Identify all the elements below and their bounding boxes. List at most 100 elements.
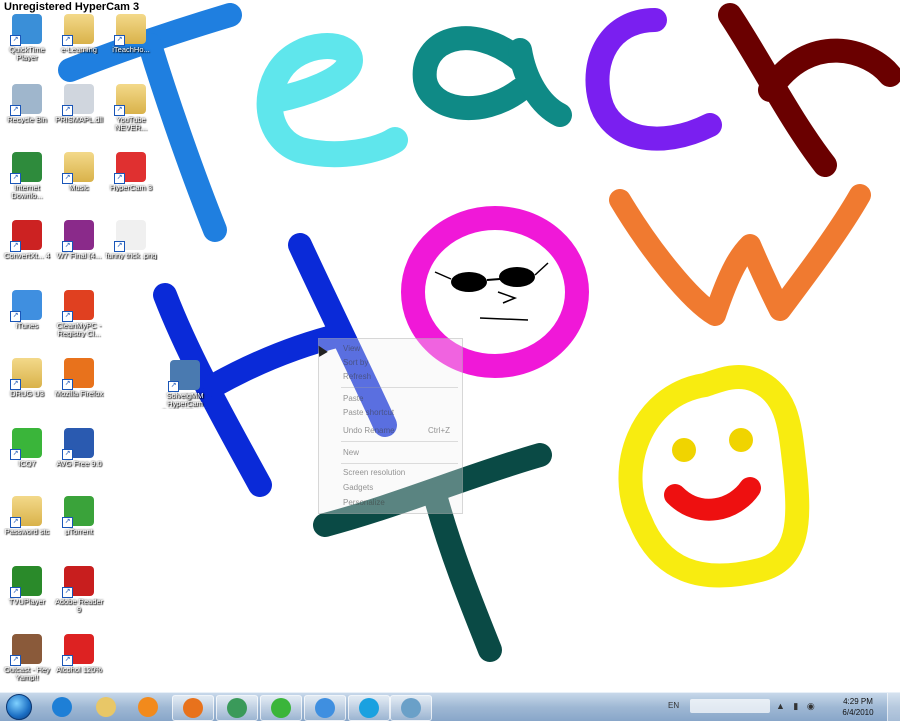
ctx-menu-item-paste-shortcut[interactable]: Paste shortcut bbox=[343, 407, 456, 419]
desktop-icon-label: Internet Downlo... bbox=[11, 184, 43, 200]
desktop-icon-firefox[interactable]: ↗ Mozilla Firefox bbox=[52, 358, 106, 398]
ctx-undo-label: Undo Rename bbox=[343, 426, 395, 435]
tray-system-icons[interactable]: ▲ ▮ ◉ bbox=[776, 701, 818, 712]
desktop-icon-icq[interactable]: ↗ ICQ7 bbox=[0, 428, 54, 468]
desktop-icon-adobe-reader[interactable]: ↗ Adobe Reader 9 bbox=[52, 566, 106, 614]
ctx-menu-item-view[interactable]: View bbox=[343, 343, 456, 355]
shortcut-arrow-icon: ↗ bbox=[62, 449, 73, 460]
desktop-icon-hypercam[interactable]: ↗ HyperCam 3 bbox=[104, 152, 158, 192]
desktop-icon-image-file[interactable]: ↗ funny trick .png bbox=[104, 220, 158, 260]
desktop-icon-tvuplayer[interactable]: ↗ TVUPlayer bbox=[0, 566, 54, 606]
desktop-icon-folder[interactable]: ↗ e-Learning bbox=[52, 14, 106, 54]
desktop-icon-label: SolveigMM HyperCam 3.0.0.108.exe bbox=[162, 392, 207, 409]
desktop-icon-label: TVUPlayer bbox=[8, 598, 46, 606]
show-desktop-button[interactable] bbox=[887, 693, 900, 721]
taskbar: EN ▲ ▮ ◉ 4:29 PM 6/4/2010 bbox=[0, 692, 900, 721]
taskbar-button-ie[interactable] bbox=[42, 695, 82, 719]
itunes-icon: ↗ bbox=[10, 290, 42, 322]
hypercam-watermark: Unregistered HyperCam 3 bbox=[2, 1, 142, 13]
desktop-context-menu: View Sort by Refresh Paste Paste shortcu… bbox=[318, 338, 463, 514]
shortcut-arrow-icon: ↗ bbox=[62, 105, 73, 116]
desktop-icon-quicktime[interactable]: ↗ QuickTime Player bbox=[0, 14, 54, 62]
itunes-icon bbox=[315, 698, 335, 718]
taskbar-button-messenger[interactable] bbox=[216, 695, 258, 721]
desktop-icon-label: QuickTime Player bbox=[9, 46, 45, 62]
ctx-menu-item-screen-resolution[interactable]: Screen resolution bbox=[343, 467, 456, 479]
desktop-icon-label: Adobe Reader 9 bbox=[54, 598, 104, 614]
desktop-icon-label: PRISMAPL.dll bbox=[55, 116, 103, 124]
avg-icon: ↗ bbox=[62, 428, 94, 460]
desktop-icon-label: AVG Free 9.0 bbox=[56, 460, 102, 468]
desktop-icon-archive[interactable]: ↗ W7 Final (4... bbox=[52, 220, 106, 260]
desktop-icon-avg[interactable]: ↗ AVG Free 9.0 bbox=[52, 428, 106, 468]
clock-time: 4:29 PM bbox=[843, 697, 873, 706]
clock-date: 6/4/2010 bbox=[842, 708, 874, 717]
desktop-icon-recycle-bin[interactable]: ↗ Recycle Bin bbox=[0, 84, 54, 124]
ctx-menu-item-undo-rename[interactable]: Undo Rename Ctrl+Z bbox=[343, 425, 456, 437]
ctx-separator bbox=[341, 387, 458, 388]
icq-icon: ↗ bbox=[10, 428, 42, 460]
desktop-icon-folder[interactable]: ↗ Password stc bbox=[0, 496, 54, 536]
letter-h-darkred bbox=[718, 3, 900, 177]
tvuplayer-icon: ↗ bbox=[10, 566, 42, 598]
desktop-icon-label: iTeachHo... bbox=[112, 46, 150, 54]
utorrent-icon: ↗ bbox=[62, 496, 94, 528]
desktop-icon-itunes[interactable]: ↗ iTunes bbox=[0, 290, 54, 330]
desktop-icon-label: Music bbox=[69, 184, 89, 192]
face-o-yellow bbox=[618, 364, 810, 588]
taskbar-button-explorer[interactable] bbox=[86, 695, 126, 719]
language-indicator[interactable]: EN bbox=[668, 701, 679, 710]
desktop-icon-folder[interactable]: ↗ Music bbox=[52, 152, 106, 192]
ctx-menu-item-new[interactable]: New bbox=[343, 447, 456, 459]
desktop-icon-label: iTunes bbox=[15, 322, 39, 330]
shortcut-arrow-icon: ↗ bbox=[62, 587, 73, 598]
skype-icon bbox=[359, 698, 379, 718]
ctx-separator bbox=[341, 463, 458, 464]
desktop-icon-download-manager[interactable]: ↗ Internet Downlo... bbox=[0, 152, 54, 200]
desktop-icon-image-file[interactable]: ↗ Outcast - Hey Yamp!! bbox=[0, 634, 54, 682]
firefox-icon bbox=[183, 698, 203, 718]
taskbar-button-skype[interactable] bbox=[348, 695, 390, 721]
desktop-icon-folder[interactable]: ↗ DRUG U3 bbox=[0, 358, 54, 398]
shortcut-arrow-icon: ↗ bbox=[10, 173, 21, 184]
desktop-icon-label: W7 Final (4... bbox=[56, 252, 102, 260]
taskbar-button-firefox[interactable] bbox=[172, 695, 214, 721]
shortcut-arrow-icon: ↗ bbox=[10, 35, 21, 46]
desktop-icon-utorrent[interactable]: ↗ µTorrent bbox=[52, 496, 106, 536]
ie-icon bbox=[52, 697, 72, 717]
start-button[interactable] bbox=[2, 693, 36, 721]
desktop-icon-label: Password stc bbox=[4, 528, 50, 536]
ctx-menu-item-sort-by[interactable]: Sort by bbox=[343, 357, 456, 369]
desktop-icon-convertx[interactable]: ↗ ConvertXt... 4 bbox=[0, 220, 54, 260]
convertx-icon: ↗ bbox=[10, 220, 42, 252]
explorer-icon bbox=[96, 697, 116, 717]
desktop-icon-label: DRUG U3 bbox=[10, 390, 44, 398]
ctx-menu-item-paste[interactable]: Paste bbox=[343, 393, 456, 405]
folder-icon: ↗ bbox=[62, 14, 94, 46]
shortcut-arrow-icon: ↗ bbox=[114, 241, 125, 252]
desktop-icon-folder[interactable]: ↗ iTeachHo... bbox=[104, 14, 158, 54]
taskbar-button-icq[interactable] bbox=[260, 695, 302, 721]
hypercam-icon: ↗ bbox=[114, 152, 146, 184]
shortcut-arrow-icon: ↗ bbox=[62, 173, 73, 184]
taskbar-button-itunes[interactable] bbox=[304, 695, 346, 721]
ctx-menu-item-refresh[interactable]: Refresh bbox=[343, 371, 456, 383]
desktop-icon-dll-file[interactable]: ↗ PRISMAPL.dll bbox=[52, 84, 106, 124]
taskbar-button-media-player[interactable] bbox=[128, 695, 168, 719]
letter-c-purple bbox=[585, 8, 722, 151]
shortcut-arrow-icon: ↗ bbox=[10, 311, 21, 322]
system-clock[interactable]: 4:29 PM 6/4/2010 bbox=[836, 696, 880, 718]
shortcut-arrow-icon: ↗ bbox=[62, 517, 73, 528]
desktop-icon-installer[interactable]: ↗SolveigMM HyperCam 3.0.0.108.exe bbox=[158, 360, 212, 409]
shortcut-arrow-icon: ↗ bbox=[114, 173, 125, 184]
image-file-icon: ↗ bbox=[114, 220, 146, 252]
desktop-icon-label: Recycle Bin bbox=[7, 116, 47, 124]
desktop-icon-cleanmypc[interactable]: ↗ CleanMyPC - Registry Cl... bbox=[52, 290, 106, 338]
desktop-icon-alcohol[interactable]: ↗ Alcohol 120% bbox=[52, 634, 106, 674]
taskbar-button-hypercam-task[interactable] bbox=[390, 695, 432, 721]
shortcut-arrow-icon: ↗ bbox=[168, 381, 179, 392]
desktop-icon-folder[interactable]: ↗ YouTube NEVER... bbox=[104, 84, 158, 132]
ctx-menu-item-personalize[interactable]: Personalize bbox=[343, 497, 456, 509]
image-file-icon: ↗ bbox=[10, 634, 42, 666]
ctx-menu-item-gadgets[interactable]: Gadgets bbox=[343, 482, 456, 494]
